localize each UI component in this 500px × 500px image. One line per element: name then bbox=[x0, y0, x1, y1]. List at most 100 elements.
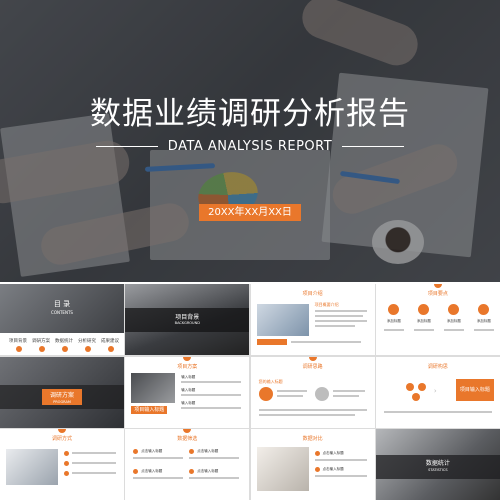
contents-item-icon bbox=[62, 346, 68, 352]
section-title: 调研方案 bbox=[49, 391, 74, 399]
slide-thumbnail-contents[interactable]: 目 录 CONTENTS 项目背景 调研方案 数据统计 分析研究 成果建议 bbox=[0, 284, 124, 355]
contents-item: 调研方案 bbox=[32, 339, 50, 344]
point-label: 添加标题 bbox=[446, 319, 461, 323]
bullet-item: 点击输入标题 bbox=[141, 469, 163, 473]
slide-header: 项目要点 bbox=[427, 291, 448, 297]
bullet-icon bbox=[189, 449, 195, 454]
text-line bbox=[133, 477, 184, 479]
arrow-icon: › bbox=[433, 386, 437, 395]
bullet-icon bbox=[133, 449, 139, 454]
bullet-icon bbox=[64, 451, 69, 456]
contents-item-icon bbox=[108, 346, 114, 352]
text-line bbox=[443, 329, 464, 331]
bullet-icon bbox=[314, 467, 320, 472]
bullet-item: 输入标题 bbox=[181, 374, 196, 379]
contents-item: 分析研究 bbox=[78, 339, 96, 344]
bullet-item: 点击输入标题 bbox=[322, 451, 344, 455]
text-line bbox=[383, 329, 404, 331]
section-title: 项目背景 bbox=[175, 314, 200, 321]
point-label: 添加标题 bbox=[386, 319, 401, 323]
slide-header: 调研方式 bbox=[51, 436, 72, 442]
slide-tag: 项目输入标题 bbox=[455, 378, 494, 401]
contents-item: 成果建议 bbox=[101, 339, 119, 344]
slide-chip bbox=[256, 339, 287, 345]
text-line bbox=[181, 406, 242, 409]
bullet-item: 输入标题 bbox=[181, 400, 196, 405]
text-line bbox=[72, 472, 116, 474]
contents-item: 数据统计 bbox=[55, 339, 73, 344]
bullet-icon bbox=[314, 451, 320, 456]
slide-marker-dot bbox=[183, 356, 192, 361]
slide-thumbnail-key-points[interactable]: 项目要点 添加标题 添加标题 添加标题 添加标题 bbox=[375, 284, 500, 355]
slide-header: 项目方案 bbox=[177, 363, 198, 370]
text-line bbox=[258, 408, 367, 411]
slide-marker-dot bbox=[58, 429, 66, 433]
slide-thumbnail-project-plan[interactable]: 项目方案 项目输入标题 输入标题 输入标题 输入标题 bbox=[125, 356, 250, 428]
divider-line bbox=[342, 146, 405, 147]
text-line bbox=[383, 410, 492, 413]
bullet-icon bbox=[64, 471, 69, 476]
bullet-item: 输入标题 bbox=[181, 387, 196, 392]
divider-line bbox=[95, 146, 158, 147]
diagram-node bbox=[405, 382, 414, 391]
bullet-item: 点击输入标题 bbox=[197, 449, 219, 453]
text-line bbox=[413, 329, 434, 331]
diagram-node bbox=[411, 392, 420, 401]
text-line bbox=[72, 452, 116, 454]
text-line bbox=[276, 389, 307, 392]
contents-title-en: CONTENTS bbox=[51, 310, 73, 315]
text-line bbox=[332, 394, 359, 397]
text-line bbox=[290, 341, 361, 343]
slide-header: 调研构思 bbox=[427, 363, 448, 370]
text-line bbox=[314, 325, 355, 327]
slide-thumbnail-background[interactable]: 项目背景 BACKGROUND bbox=[125, 284, 250, 355]
text-line bbox=[314, 320, 367, 322]
text-line bbox=[276, 394, 303, 397]
bullet-icon bbox=[133, 469, 139, 474]
slide-marker-dot bbox=[308, 356, 317, 361]
bullet-item: 点击输入标题 bbox=[322, 467, 344, 471]
bullet-item: 点击输入标题 bbox=[141, 449, 163, 453]
slide-photo bbox=[6, 449, 58, 485]
text-line bbox=[314, 459, 367, 461]
slide-thumbnail-grid: 目 录 CONTENTS 项目背景 调研方案 数据统计 分析研究 成果建议 项目… bbox=[0, 284, 500, 500]
slide-thumbnail-project-intro[interactable]: 项目介绍 项目概要介绍 bbox=[250, 284, 375, 355]
report-subtitle: DATA ANALYSIS REPORT bbox=[167, 139, 333, 154]
slide-thumbnail-program[interactable]: 调研方案 PROGRAM bbox=[0, 356, 124, 428]
flow-node bbox=[314, 386, 329, 401]
point-icon bbox=[387, 304, 399, 315]
slide-header: 调研思路 bbox=[302, 363, 323, 370]
bullet-icon bbox=[64, 461, 69, 466]
text-line bbox=[189, 477, 240, 479]
contents-title: 目 录 bbox=[53, 300, 71, 308]
point-icon bbox=[477, 304, 489, 315]
point-icon bbox=[417, 304, 429, 315]
point-icon bbox=[447, 304, 459, 315]
bullet-icon bbox=[189, 469, 195, 474]
slide-thumbnail-data-compare[interactable]: 数据对比 点击输入标题 点击输入标题 bbox=[250, 429, 375, 500]
slide-thumbnail-research-method[interactable]: 调研方式 bbox=[0, 429, 124, 500]
text-line bbox=[72, 462, 116, 464]
slide-photo bbox=[256, 447, 309, 491]
slide-header: 数据筛选 bbox=[177, 436, 198, 442]
slide-thumbnail-data-filter[interactable]: 数据筛选 点击输入标题 点击输入标题 点击输入标题 点击输入标题 bbox=[125, 429, 250, 500]
text-line bbox=[181, 380, 242, 383]
report-title: 数据业绩调研分析报告 bbox=[90, 96, 410, 132]
slide-thumbnail-research-idea[interactable]: 调研思路 您的输入标题 bbox=[250, 356, 375, 428]
slide-photo bbox=[256, 304, 309, 336]
slide-marker-dot bbox=[183, 429, 192, 433]
text-line bbox=[332, 389, 365, 392]
slide-thumbnail-statistics[interactable]: 数据统计 STATISTICS bbox=[375, 429, 500, 500]
flow-node bbox=[258, 386, 273, 401]
contents-item-icon bbox=[85, 346, 91, 352]
diagram-node bbox=[417, 382, 426, 391]
text-line bbox=[314, 475, 367, 477]
slide-thumbnail-research-concept[interactable]: 调研构思 › 项目输入标题 bbox=[375, 356, 500, 428]
point-label: 添加标题 bbox=[416, 319, 431, 323]
section-title: 数据统计 bbox=[425, 460, 450, 467]
slide-tag: 项目概要介绍 bbox=[314, 302, 339, 307]
text-line bbox=[133, 457, 184, 459]
text-line bbox=[258, 413, 355, 416]
text-line bbox=[314, 310, 367, 312]
slide-tag: 您的输入标题 bbox=[258, 378, 283, 384]
